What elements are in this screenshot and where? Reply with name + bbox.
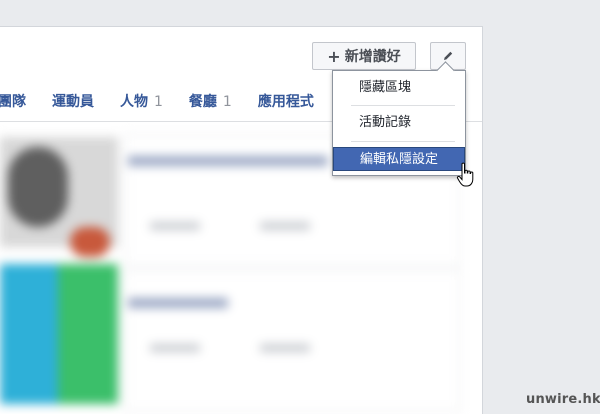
- tab-people[interactable]: 人物 1: [120, 91, 163, 111]
- menu-item-activity-log[interactable]: 活動記錄: [333, 111, 465, 135]
- tab-count: 1: [154, 94, 163, 110]
- watermark: unwire.hk: [526, 392, 600, 407]
- tab-restaurants[interactable]: 餐廳 1: [189, 91, 232, 111]
- hand-cursor-icon: [456, 162, 474, 187]
- menu-item-hide-section[interactable]: 隱藏區塊: [333, 76, 465, 100]
- tab-label: 人物: [120, 94, 148, 110]
- item-thumbnail: [0, 137, 118, 257]
- tab-teams[interactable]: 團隊: [0, 91, 26, 111]
- tab-count: 1: [222, 94, 232, 110]
- menu-item-edit-privacy[interactable]: 編輯私隱設定: [333, 147, 465, 171]
- category-tabs: 團隊 運動員 人物 1 餐廳 1 應用程式: [0, 88, 340, 114]
- menu-separator: [351, 105, 455, 106]
- pencil-icon: [444, 51, 453, 60]
- item-thumbnail: [0, 264, 118, 404]
- page-background-right: [483, 0, 600, 413]
- add-favorites-label: 新增讚好: [344, 49, 401, 65]
- tab-label: 團隊: [0, 94, 26, 110]
- tab-label: 運動員: [52, 94, 94, 110]
- tab-label: 餐廳: [188, 94, 217, 110]
- tab-apps[interactable]: 應用程式: [258, 91, 314, 111]
- menu-separator: [351, 141, 455, 142]
- plus-icon: +: [327, 46, 341, 66]
- list-item[interactable]: [125, 270, 461, 412]
- add-favorites-button[interactable]: + 新增讚好: [312, 42, 416, 70]
- page-background-top: [0, 0, 483, 26]
- tab-athletes[interactable]: 運動員: [52, 91, 94, 111]
- tab-label: 應用程式: [257, 94, 314, 110]
- edit-dropdown-menu: 隱藏區塊 活動記錄 編輯私隱設定: [332, 61, 466, 176]
